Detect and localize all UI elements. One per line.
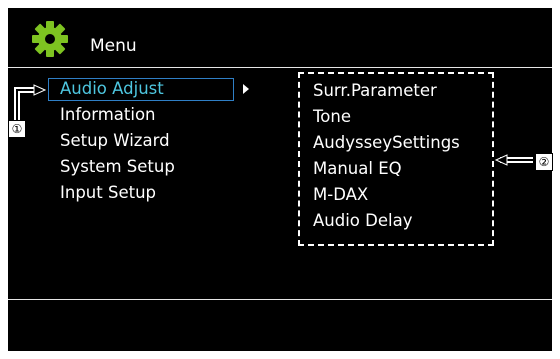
screen: Menu Audio Adjust Information Setup Wiza… <box>8 8 552 351</box>
submenu-item-tone[interactable]: Tone <box>313 107 351 127</box>
bottom-divider <box>8 299 552 300</box>
gear-icon <box>32 21 68 57</box>
menu-item-information[interactable]: Information <box>60 105 156 125</box>
menu-item-setup-wizard[interactable]: Setup Wizard <box>60 131 170 151</box>
menu-item-system-setup[interactable]: System Setup <box>60 157 175 177</box>
submenu-item-audio-delay[interactable]: Audio Delay <box>313 211 412 231</box>
callout-2-badge: ② <box>535 153 553 171</box>
menu-title: Menu <box>90 36 137 56</box>
top-divider <box>8 67 552 68</box>
title-bar: Menu <box>8 8 552 64</box>
callout-1-badge: ① <box>8 120 26 138</box>
submenu-item-m-dax[interactable]: M-DAX <box>313 185 368 205</box>
menu-item-input-setup[interactable]: Input Setup <box>60 183 156 203</box>
submenu-arrow-icon <box>243 84 249 94</box>
submenu-item-manual-eq[interactable]: Manual EQ <box>313 159 402 179</box>
menu-item-audio-adjust[interactable]: Audio Adjust <box>60 79 164 99</box>
submenu-item-surr-parameter[interactable]: Surr.Parameter <box>313 81 437 101</box>
submenu-item-audyssey-settings[interactable]: AudysseySettings <box>313 133 460 153</box>
